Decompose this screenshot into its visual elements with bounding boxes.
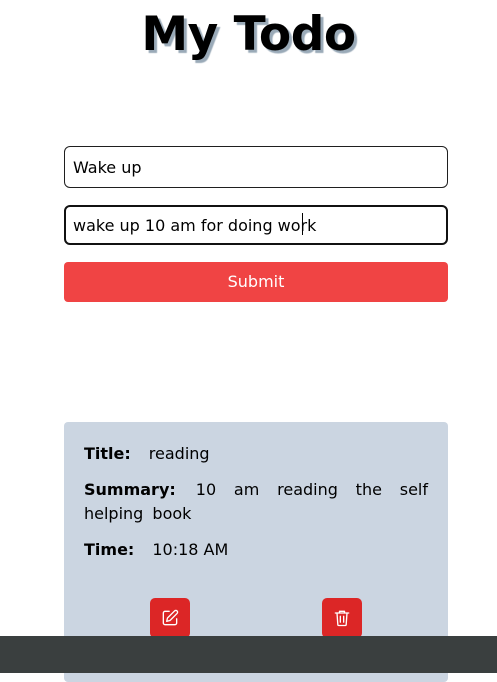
bottom-bar [0,636,497,673]
text-cursor [302,213,303,235]
todo-time-label: Time: [84,540,135,559]
summary-input[interactable] [64,205,448,245]
todo-actions [64,598,448,638]
todo-time-value: 10:18 AM [152,540,229,559]
pencil-square-icon [160,608,180,628]
todo-title-row: Title: reading [84,442,428,466]
edit-button[interactable] [150,598,190,638]
page-title: My Todo [141,7,356,62]
todo-summary-label: Summary: [84,480,176,499]
todo-time-row: Time: 10:18 AM [84,538,428,562]
trash-icon [332,608,352,628]
todo-title-value: reading [148,444,210,463]
submit-button[interactable]: Submit [64,262,448,302]
todo-form: Submit [64,146,448,302]
delete-button[interactable] [322,598,362,638]
todo-summary-row: Summary: 10 am reading the self helping b… [84,478,428,526]
todo-title-label: Title: [84,444,131,463]
title-input[interactable] [64,146,448,188]
